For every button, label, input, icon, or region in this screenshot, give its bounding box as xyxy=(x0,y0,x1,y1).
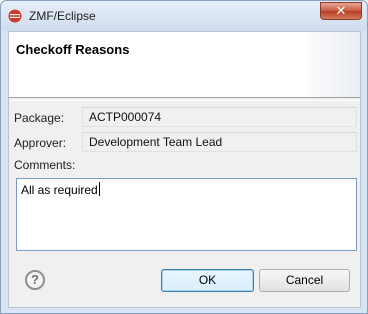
dialog-window: ZMF/Eclipse ✕ Checkoff Reasons Package: … xyxy=(0,0,368,314)
package-label: Package: xyxy=(14,111,65,125)
comments-textarea[interactable]: All as required xyxy=(16,178,357,251)
text-caret xyxy=(98,182,100,196)
window-title: ZMF/Eclipse xyxy=(29,9,96,23)
comments-text: All as required xyxy=(21,183,98,197)
header-banner: Checkoff Reasons xyxy=(9,32,360,98)
dialog-client-area: Checkoff Reasons Package: ACTP000074 App… xyxy=(8,31,361,308)
dialog-heading: Checkoff Reasons xyxy=(16,42,130,57)
ok-button[interactable]: OK xyxy=(161,269,254,292)
approver-field[interactable]: Development Team Lead xyxy=(82,132,357,152)
comments-label: Comments: xyxy=(14,158,76,172)
close-button[interactable]: ✕ xyxy=(320,2,362,20)
cancel-button[interactable]: Cancel xyxy=(259,269,350,292)
approver-label: Approver: xyxy=(14,136,67,150)
package-field[interactable]: ACTP000074 xyxy=(82,107,357,127)
banner-separator xyxy=(9,100,360,101)
eclipse-app-icon xyxy=(8,9,22,23)
banner-gradient xyxy=(300,32,360,97)
help-icon[interactable]: ? xyxy=(25,270,45,290)
title-bar[interactable]: ZMF/Eclipse ✕ xyxy=(1,1,367,31)
